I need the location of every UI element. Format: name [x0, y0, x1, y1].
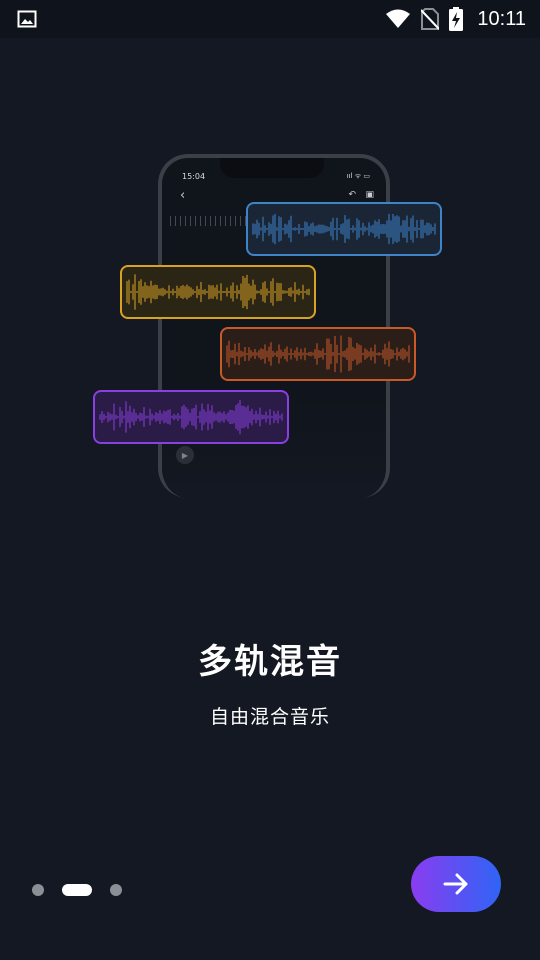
- waveform: [99, 399, 283, 435]
- status-right: 10:11: [385, 6, 526, 32]
- page-indicator: [32, 883, 122, 897]
- next-button[interactable]: [411, 856, 501, 912]
- no-sim-icon: [421, 8, 440, 30]
- undo-icon: ↶: [348, 190, 356, 200]
- gold-track: [120, 265, 316, 319]
- multitrack-illustration: 15:04 ııl ᯤ ▭ ‹ ↶ ▣ ▶: [0, 120, 540, 540]
- back-icon: ‹: [180, 188, 186, 203]
- page-dot-active: [62, 884, 92, 896]
- blue-track: [246, 202, 442, 256]
- page-dot: [32, 884, 44, 896]
- arrow-right-icon: [443, 873, 468, 895]
- page-subtitle: 自由混合音乐: [209, 706, 330, 728]
- page-dot: [110, 884, 122, 896]
- orange-track: [220, 327, 416, 381]
- wifi-icon: [386, 9, 411, 28]
- phone-notch: [220, 158, 324, 178]
- phone-status-icons: ııl ᯤ ▭: [346, 172, 370, 180]
- save-icon: ▣: [365, 190, 374, 200]
- purple-track: [93, 390, 289, 444]
- status-bar: 10:11: [0, 0, 540, 38]
- phone-time: 15:04: [182, 172, 206, 181]
- status-time: 10:11: [477, 7, 526, 30]
- battery-charging-icon: [449, 7, 464, 31]
- play-icon: ▶: [176, 446, 194, 464]
- image-icon: [17, 10, 37, 28]
- waveform: [126, 274, 310, 310]
- waveform: [252, 213, 436, 245]
- waveform: [226, 335, 410, 373]
- page-title: 多轨混音: [198, 642, 342, 682]
